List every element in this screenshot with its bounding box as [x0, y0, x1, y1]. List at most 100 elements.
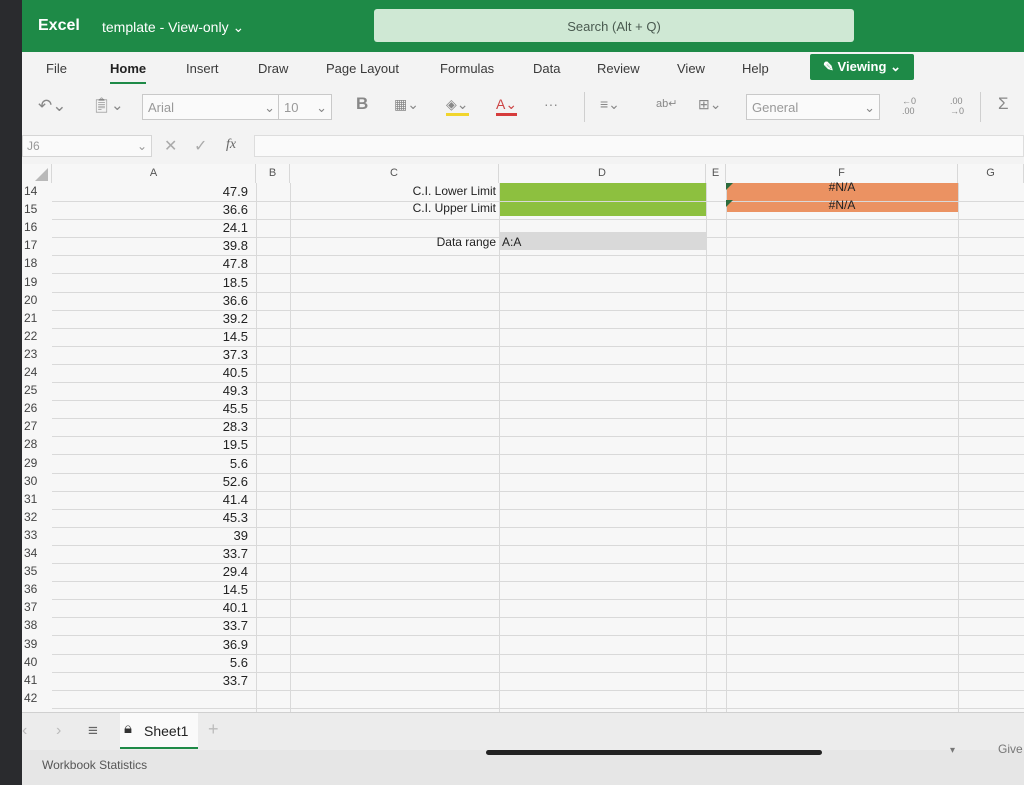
font-name-select[interactable]: Arial ⌄ — [142, 94, 280, 120]
name-box[interactable]: J6 ⌄ — [22, 135, 152, 157]
column-header-b[interactable]: B — [256, 164, 290, 183]
borders-icon[interactable]: ▦⌄ — [394, 96, 419, 113]
cell-a[interactable]: 33.7 — [52, 673, 248, 688]
increase-decimal-button[interactable]: ←0 .00 — [902, 96, 916, 116]
row-header[interactable]: 26 — [22, 401, 52, 415]
data-range-value[interactable]: A:A — [502, 235, 521, 249]
cell-a[interactable]: 19.5 — [52, 437, 248, 452]
select-all-corner[interactable] — [22, 164, 52, 183]
cell-a[interactable]: 47.9 — [52, 184, 248, 199]
column-header-e[interactable]: E — [706, 164, 726, 183]
cell-a[interactable]: 52.6 — [52, 474, 248, 489]
row-header[interactable]: 30 — [22, 474, 52, 488]
cell-a[interactable]: 29.4 — [52, 564, 248, 579]
ci-lower-label[interactable]: C.I. Lower Limit — [290, 184, 496, 198]
bold-button[interactable]: B — [356, 94, 368, 114]
cell-a[interactable]: 33.7 — [52, 546, 248, 561]
cancel-icon[interactable]: ✕ — [164, 136, 177, 156]
undo-icon[interactable]: ↶⌄ — [38, 96, 67, 116]
give-feedback-link[interactable]: Give — [998, 742, 1023, 756]
autosum-button[interactable]: Σ — [998, 94, 1009, 114]
sheet-tab-sheet1[interactable]: 🔒︎ Sheet1 — [120, 713, 198, 749]
cell-a[interactable]: 45.3 — [52, 510, 248, 525]
cell-a[interactable]: 14.5 — [52, 329, 248, 344]
tab-view[interactable]: View — [677, 61, 705, 76]
cell-a[interactable]: 37.3 — [52, 347, 248, 362]
row-header[interactable]: 25 — [22, 383, 52, 397]
font-size-select[interactable]: 10 ⌄ — [278, 94, 332, 120]
viewing-mode-button[interactable]: ✎ Viewing ⌄ — [810, 54, 914, 80]
cell-a[interactable]: 5.6 — [52, 456, 248, 471]
row-header[interactable]: 20 — [22, 293, 52, 307]
formula-input[interactable] — [254, 135, 1024, 157]
font-color-icon[interactable]: A⌄ — [496, 96, 518, 116]
row-header[interactable]: 39 — [22, 637, 52, 651]
cell-a[interactable]: 41.4 — [52, 492, 248, 507]
more-options-icon[interactable]: ··· — [544, 96, 558, 112]
f-error-value[interactable]: #N/A — [726, 180, 958, 194]
row-header[interactable]: 21 — [22, 311, 52, 325]
row-header[interactable]: 18 — [22, 256, 52, 270]
cell-a[interactable]: 5.6 — [52, 655, 248, 670]
wrap-text-icon[interactable]: ab↵ — [656, 97, 677, 110]
ci-upper-label[interactable]: C.I. Upper Limit — [290, 201, 496, 215]
row-header[interactable]: 31 — [22, 492, 52, 506]
cell-a[interactable]: 47.8 — [52, 256, 248, 271]
tab-insert[interactable]: Insert — [186, 61, 219, 76]
search-input[interactable]: Search (Alt + Q) — [374, 9, 854, 42]
check-icon[interactable]: ✓ — [194, 136, 207, 156]
row-header[interactable]: 24 — [22, 365, 52, 379]
row-header[interactable]: 32 — [22, 510, 52, 524]
row-header[interactable]: 17 — [22, 238, 52, 252]
row-header[interactable]: 27 — [22, 419, 52, 433]
row-header[interactable]: 33 — [22, 528, 52, 542]
tab-data[interactable]: Data — [533, 61, 560, 76]
row-header[interactable]: 29 — [22, 456, 52, 470]
row-header[interactable]: 40 — [22, 655, 52, 669]
row-header[interactable]: 14 — [22, 184, 52, 198]
row-header[interactable]: 36 — [22, 582, 52, 596]
add-sheet-button[interactable]: + — [208, 719, 219, 740]
fill-color-icon[interactable]: ◈⌄ — [446, 96, 469, 116]
document-title[interactable]: template - View-only ⌄ — [102, 19, 244, 36]
row-header[interactable]: 19 — [22, 275, 52, 289]
data-range-label[interactable]: Data range — [290, 235, 496, 249]
tab-review[interactable]: Review — [597, 61, 640, 76]
chevron-down-icon[interactable]: ▾ — [950, 745, 955, 756]
row-header[interactable]: 37 — [22, 600, 52, 614]
cell-a[interactable]: 45.5 — [52, 401, 248, 416]
f-error-value[interactable]: #N/A — [726, 198, 958, 212]
row-header[interactable]: 16 — [22, 220, 52, 234]
column-header-c[interactable]: C — [290, 164, 499, 183]
number-format-select[interactable]: General ⌄ — [746, 94, 880, 120]
clipboard-icon[interactable]: 📋︎⌄ — [92, 96, 124, 114]
column-header-d[interactable]: D — [499, 164, 706, 183]
cell-a[interactable]: 36.6 — [52, 293, 248, 308]
cell-a[interactable]: 49.3 — [52, 383, 248, 398]
row-header[interactable]: 35 — [22, 564, 52, 578]
chevron-right-icon[interactable]: › — [56, 722, 61, 740]
workbook-statistics-button[interactable]: Workbook Statistics — [42, 758, 147, 772]
cell-a[interactable]: 39.2 — [52, 311, 248, 326]
chevron-left-icon[interactable]: ‹ — [22, 722, 27, 740]
row-header[interactable]: 42 — [22, 691, 52, 705]
cell-a[interactable]: 18.5 — [52, 275, 248, 290]
cell-a[interactable]: 40.5 — [52, 365, 248, 380]
cell-a[interactable]: 39.8 — [52, 238, 248, 253]
fx-icon[interactable]: fx — [226, 137, 236, 153]
row-header[interactable]: 28 — [22, 437, 52, 451]
spreadsheet-grid[interactable]: A B C D E F G 14 47.9 15 36.6 16 24.1 17 39.8 18… — [22, 164, 1024, 712]
cell-a[interactable]: 39 — [52, 528, 248, 543]
tab-page-layout[interactable]: Page Layout — [326, 61, 399, 76]
row-header[interactable]: 41 — [22, 673, 52, 687]
row-header[interactable]: 34 — [22, 546, 52, 560]
row-header[interactable]: 22 — [22, 329, 52, 343]
row-header[interactable]: 15 — [22, 202, 52, 216]
tab-help[interactable]: Help — [742, 61, 769, 76]
align-icon[interactable]: ≡⌄ — [600, 96, 620, 113]
tab-file[interactable]: File — [46, 61, 67, 76]
row-header[interactable]: 23 — [22, 347, 52, 361]
data-range-cell-bg[interactable] — [499, 232, 706, 250]
cell-a[interactable]: 24.1 — [52, 220, 248, 235]
cell-a[interactable]: 14.5 — [52, 582, 248, 597]
